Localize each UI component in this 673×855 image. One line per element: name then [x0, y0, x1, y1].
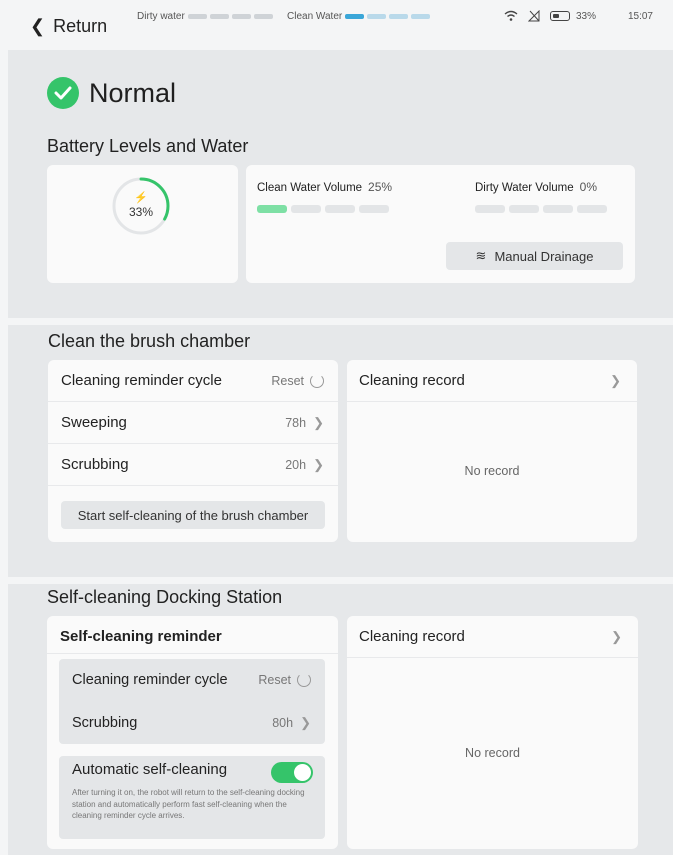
automatic-self-cleaning-panel: Automatic self-cleaning After turning it… — [59, 756, 325, 839]
sweeping-row[interactable]: Sweeping 78h ❯ — [48, 402, 338, 444]
wifi-icon — [504, 10, 518, 21]
row-value: 78h — [285, 415, 307, 430]
clean-water-volume-label: Clean Water Volume — [257, 182, 363, 194]
dirty-water-bar-segment — [475, 205, 505, 213]
docking-reminder-card: Self-cleaning reminder Cleaning reminder… — [47, 616, 338, 849]
chevron-right-icon: ❯ — [300, 715, 311, 730]
return-label: Return — [53, 16, 108, 36]
clean-water-segment — [411, 14, 431, 19]
status-section: Normal Battery Levels and Water ⚡ 33% Cl… — [8, 50, 673, 318]
brush-reminder-card: Cleaning reminder cycle Reset Sweeping 7… — [48, 360, 338, 542]
battery-percent: 33% — [128, 205, 154, 219]
cleaning-record-title: Cleaning record — [359, 372, 465, 389]
status-label: Normal — [89, 77, 177, 108]
chevron-left-icon: ❮ — [30, 16, 46, 36]
clean-water-volume: Clean Water Volume 25% — [257, 180, 392, 194]
dirty-water-indicator: Dirty water — [137, 11, 276, 22]
cleaning-record-title: Cleaning record — [359, 628, 465, 645]
dirty-water-volume: Dirty Water Volume 0% — [475, 180, 597, 194]
chevron-right-icon: ❯ — [611, 628, 622, 644]
clean-water-segment — [345, 14, 365, 19]
clean-water-bar-segment — [325, 205, 355, 213]
docking-cleaning-record-card: Cleaning record ❯ No record — [347, 616, 638, 849]
docking-station-section: Self-cleaning Docking Station Self-clean… — [8, 584, 673, 855]
drainage-icon: ≋ — [475, 248, 487, 263]
dirty-water-bar-segment — [577, 205, 607, 213]
brush-chamber-section: Clean the brush chamber Cleaning reminde… — [8, 325, 673, 577]
dirty-water-bar-segment — [543, 205, 573, 213]
manual-drainage-button[interactable]: ≋ Manual Drainage — [446, 242, 623, 270]
dirty-water-volume-bar — [475, 205, 611, 213]
automatic-self-cleaning-description: After turning it on, the robot will retu… — [72, 788, 305, 820]
clean-water-bar-segment — [257, 205, 287, 213]
row-label: Cleaning reminder cycle — [72, 672, 228, 688]
check-icon — [47, 77, 79, 109]
clean-water-indicator: Clean Water — [287, 11, 433, 22]
scrubbing-row[interactable]: Scrubbing 20h ❯ — [48, 444, 338, 486]
reset-icon — [297, 673, 311, 687]
dirty-water-bar-segment — [509, 205, 539, 213]
clean-water-bar-segment — [359, 205, 389, 213]
dirty-water-segment — [253, 14, 273, 19]
clean-water-segments — [345, 14, 433, 19]
automatic-self-cleaning-title: Automatic self-cleaning — [72, 761, 228, 778]
row-value: 20h — [285, 457, 307, 472]
dirty-water-label: Dirty water — [137, 11, 185, 22]
row-label: Cleaning reminder cycle — [61, 372, 222, 389]
battery-card: ⚡ 33% — [47, 165, 238, 283]
status-indicator: Normal — [47, 77, 176, 109]
dirty-water-volume-label: Dirty Water Volume — [475, 182, 574, 194]
reset-icon — [310, 373, 324, 388]
no-record-text: No record — [464, 464, 520, 478]
docking-reminder-settings: Cleaning reminder cycle Reset Scrubbing … — [59, 659, 325, 744]
automatic-self-cleaning-toggle[interactable] — [271, 762, 313, 783]
docking-scrubbing-row[interactable]: Scrubbing 80h ❯ — [59, 702, 325, 744]
chevron-right-icon: ❯ — [610, 372, 621, 388]
system-status: 33% 15:07 — [494, 10, 653, 22]
docking-cleaning-reminder-cycle-row[interactable]: Cleaning reminder cycle Reset — [59, 659, 325, 701]
dirty-water-segments — [187, 14, 276, 19]
clock: 15:07 — [627, 10, 653, 22]
charging-bolt-icon: ⚡ — [134, 192, 148, 204]
dirty-water-segment — [187, 14, 207, 19]
brush-chamber-title: Clean the brush chamber — [48, 331, 251, 351]
clean-water-segment — [389, 14, 409, 19]
battery-percent-text: 33% — [575, 10, 596, 22]
self-cleaning-reminder-title: Self-cleaning reminder — [60, 628, 222, 645]
battery-water-title: Battery Levels and Water — [47, 136, 249, 156]
reset-label: Reset — [258, 673, 291, 687]
divider — [47, 653, 338, 654]
no-record-text: No record — [465, 746, 520, 760]
top-bar: ❮ Return Dirty water Clean Water 33% 15:… — [0, 0, 673, 50]
row-label: Scrubbing — [72, 715, 138, 731]
brush-cleaning-record-card: Cleaning record ❯ No record — [347, 360, 637, 542]
row-value: 80h — [272, 716, 294, 730]
dirty-water-segment — [209, 14, 229, 19]
dirty-water-segment — [231, 14, 251, 19]
clean-water-volume-bar — [257, 205, 393, 213]
start-brush-self-cleaning-button[interactable]: Start self-cleaning of the brush chamber — [61, 501, 325, 529]
cleaning-record-link[interactable]: Cleaning record ❯ — [347, 360, 637, 402]
clean-water-label: Clean Water — [287, 11, 343, 22]
battery-ring: ⚡ 33% — [111, 176, 171, 236]
chevron-right-icon: ❯ — [313, 456, 324, 472]
reset-label: Reset — [271, 373, 304, 388]
clean-water-bar-segment — [291, 205, 321, 213]
cleaning-record-link[interactable]: Cleaning record ❯ — [347, 616, 638, 658]
manual-drainage-label: Manual Drainage — [494, 248, 594, 264]
row-label: Sweeping — [61, 414, 127, 431]
dirty-water-volume-value: 0% — [579, 180, 597, 194]
cleaning-reminder-cycle-row[interactable]: Cleaning reminder cycle Reset — [48, 360, 338, 402]
return-button[interactable]: ❮ Return — [30, 16, 107, 37]
docking-station-title: Self-cleaning Docking Station — [47, 587, 283, 607]
no-signal-icon — [527, 10, 540, 22]
chevron-right-icon: ❯ — [313, 414, 324, 430]
clean-water-volume-value: 25% — [368, 180, 393, 194]
battery-icon — [549, 11, 570, 21]
clean-water-segment — [367, 14, 387, 19]
row-label: Scrubbing — [61, 456, 129, 473]
water-card: Clean Water Volume 25% Dirty Water Volume… — [246, 165, 635, 283]
